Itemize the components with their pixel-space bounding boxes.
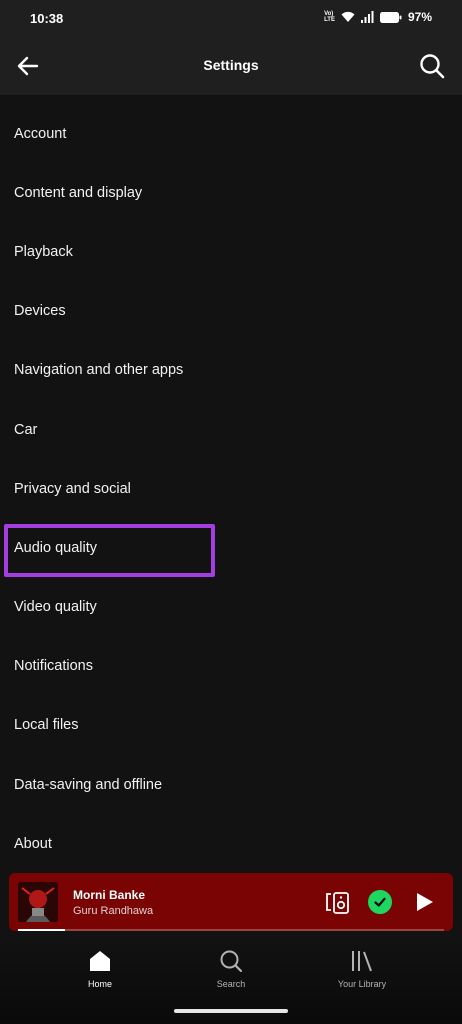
menu-item-about[interactable]: About	[0, 814, 462, 873]
menu-item-content-and-display[interactable]: Content and display	[0, 163, 462, 222]
track-artist: Guru Randhawa	[73, 905, 154, 917]
nav-home-label: Home	[87, 979, 112, 989]
nav-search-label: Search	[216, 979, 246, 989]
mini-player[interactable]: Morni Banke Guru Randhawa	[9, 873, 453, 931]
menu-item-data-saving[interactable]: Data-saving and offline	[0, 755, 462, 814]
nav-search[interactable]: Search	[171, 949, 291, 989]
battery-percent: 97%	[407, 10, 432, 24]
menu-item-audio-quality[interactable]: Audio quality	[0, 518, 462, 577]
home-icon	[90, 951, 110, 971]
gesture-bar	[174, 1009, 288, 1013]
nav-home[interactable]: Home	[40, 949, 160, 989]
status-icons: Vo) LTE 97%	[324, 10, 432, 24]
menu-item-playback[interactable]: Playback	[0, 222, 462, 281]
playback-progress	[18, 929, 444, 931]
nav-your-library[interactable]: Your Library	[302, 949, 422, 989]
top-app-bar: Settings	[0, 36, 462, 95]
signal-icon	[360, 11, 374, 23]
play-icon	[417, 893, 433, 911]
menu-item-car[interactable]: Car	[0, 400, 462, 459]
menu-item-privacy[interactable]: Privacy and social	[0, 459, 462, 518]
liked-button[interactable]	[368, 890, 392, 914]
devices-icon	[326, 892, 349, 914]
connect-device-button[interactable]	[325, 890, 351, 916]
settings-menu: Account Content and display Playback Dev…	[0, 104, 462, 873]
menu-item-navigation[interactable]: Navigation and other apps	[0, 341, 462, 400]
menu-item-notifications[interactable]: Notifications	[0, 637, 462, 696]
wifi-icon	[341, 11, 355, 22]
status-time: 10:38	[30, 11, 64, 26]
check-icon	[374, 897, 386, 907]
menu-item-devices[interactable]: Devices	[0, 282, 462, 341]
track-title: Morni Banke	[73, 888, 146, 902]
search-button[interactable]	[418, 52, 446, 80]
status-bar: 10:38 Vo) LTE 97%	[0, 0, 462, 36]
nav-your-library-label: Your Library	[337, 979, 387, 989]
menu-item-local-files[interactable]: Local files	[0, 696, 462, 755]
library-icon	[352, 951, 372, 972]
album-art	[18, 882, 58, 922]
search-icon	[220, 950, 243, 973]
play-button[interactable]	[413, 891, 435, 913]
menu-item-video-quality[interactable]: Video quality	[0, 578, 462, 637]
menu-item-account[interactable]: Account	[0, 104, 462, 163]
search-icon	[420, 54, 445, 79]
volte-indicator: Vo) LTE	[324, 11, 335, 23]
playback-progress-fill	[18, 929, 65, 931]
battery-icon	[379, 11, 402, 23]
page-title: Settings	[203, 57, 259, 73]
